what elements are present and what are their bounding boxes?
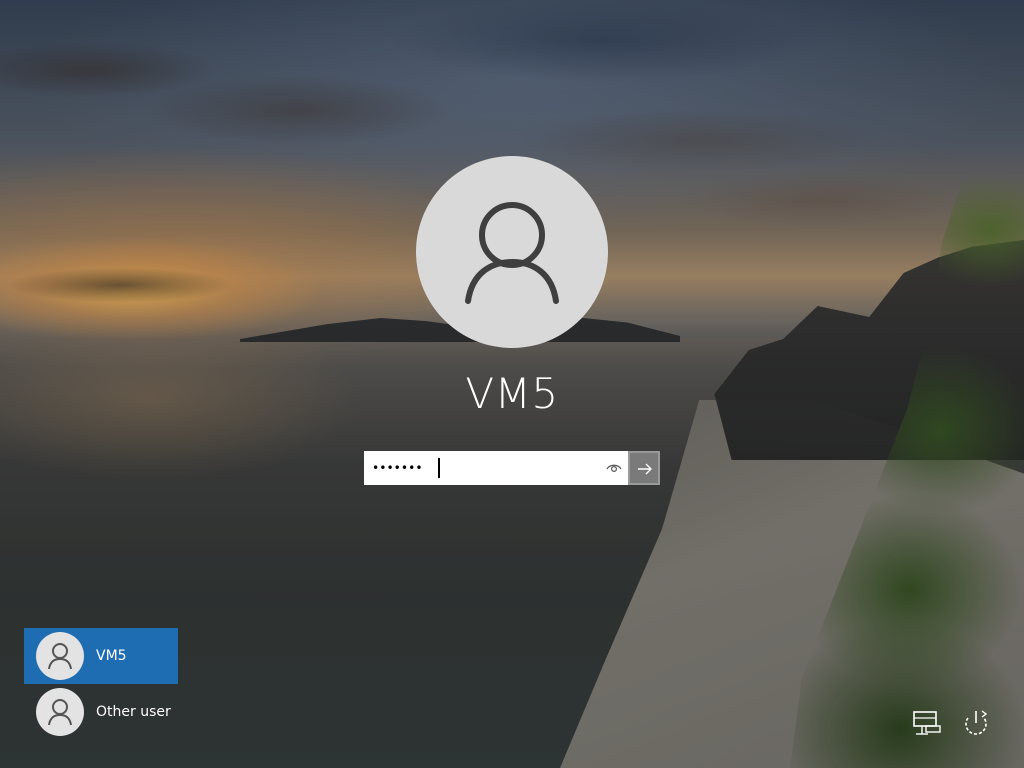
network-button[interactable] (910, 706, 946, 742)
submit-button[interactable] (628, 451, 660, 485)
password-mask: ••••••• (372, 461, 423, 475)
avatar (36, 688, 84, 736)
user-item-label: VM5 (96, 648, 127, 664)
eye-icon (606, 464, 622, 473)
user-item-other-user[interactable]: Other user (24, 684, 178, 740)
account-picture (416, 156, 608, 348)
avatar (36, 632, 84, 680)
user-item-vm5[interactable]: VM5 (24, 628, 178, 684)
power-button[interactable] (958, 706, 994, 742)
network-icon (913, 711, 941, 735)
user-switcher-list: VM5 Other user (24, 628, 178, 740)
power-icon (965, 710, 988, 735)
user-icon (465, 202, 559, 304)
account-username: VM5 (465, 369, 559, 418)
password-field[interactable]: ••••••• (366, 453, 598, 483)
user-icon (48, 699, 72, 726)
text-caret (438, 458, 440, 478)
arrow-right-icon (638, 463, 652, 475)
reveal-password-button[interactable] (604, 459, 624, 477)
user-icon (48, 643, 72, 670)
password-box[interactable]: ••••••• (364, 451, 660, 485)
user-item-label: Other user (96, 704, 171, 720)
lock-screen: VM5 ••••••• VM5 Other user (0, 0, 1024, 768)
